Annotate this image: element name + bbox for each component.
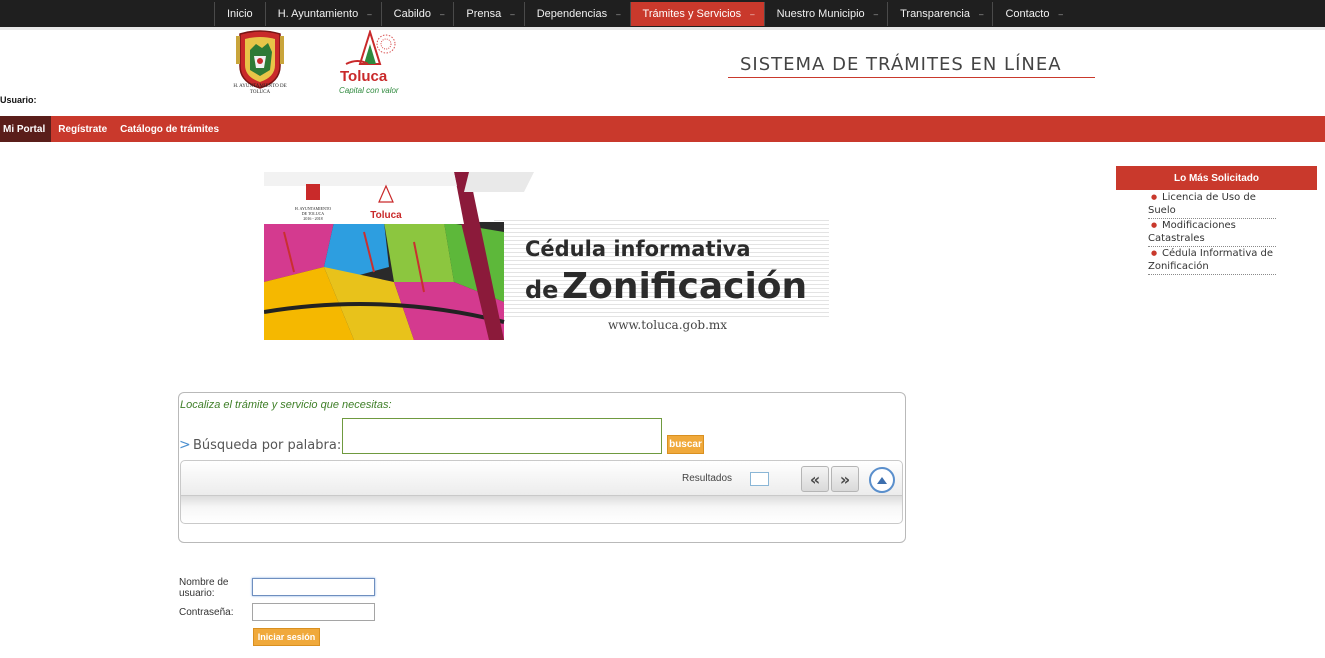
dropdown-indicator-icon: – bbox=[1058, 9, 1063, 19]
nav-item-cabildo[interactable]: Cabildo – bbox=[380, 2, 454, 26]
system-title: SISTEMA DE TRÁMITES EN LÍNEA bbox=[740, 54, 1062, 75]
nav-item-transparencia[interactable]: Transparencia – bbox=[887, 2, 992, 26]
nav-item-dependencias[interactable]: Dependencias – bbox=[523, 2, 630, 26]
username-label: Nombre de usuario: bbox=[179, 577, 229, 599]
dropdown-indicator-icon: – bbox=[873, 9, 879, 19]
double-chevron-right-icon: » bbox=[839, 469, 851, 489]
banner-line2-main: Zonificación bbox=[562, 266, 807, 307]
most-requested-item[interactable]: ● Licencia de Uso de Suelo bbox=[1148, 191, 1276, 219]
dropdown-indicator-icon: – bbox=[979, 9, 984, 19]
banner-line1: Cédula informativa bbox=[525, 237, 751, 261]
crest-caption: H. AYUNTAMIENTO DE TOLUCA bbox=[233, 84, 287, 95]
svg-text:Toluca: Toluca bbox=[370, 210, 402, 221]
results-toolbar: Resultados « » bbox=[180, 460, 903, 496]
pin-icon: ● bbox=[1151, 193, 1158, 201]
previous-page-button[interactable]: « bbox=[801, 466, 829, 492]
dropdown-indicator-icon: – bbox=[750, 9, 755, 19]
menu-item-registrate[interactable]: Regístrate bbox=[51, 116, 113, 142]
search-hint: Localiza el trámite y servicio que neces… bbox=[180, 399, 392, 411]
arrow-up-icon bbox=[877, 476, 887, 484]
most-requested-list: ● Licencia de Uso de Suelo ● Modificacione… bbox=[1148, 191, 1276, 275]
nav-item-inicio[interactable]: Inicio bbox=[214, 2, 265, 26]
title-underline bbox=[728, 77, 1095, 78]
most-requested-item[interactable]: ● Cédula Informativa de Zonificación bbox=[1148, 247, 1276, 275]
results-label: Resultados bbox=[682, 473, 733, 484]
portal-menu: Mi Portal Regístrate Catálogo de trámite… bbox=[0, 116, 1325, 142]
dropdown-indicator-icon: – bbox=[439, 9, 445, 19]
ayuntamiento-crest-logo bbox=[236, 30, 284, 89]
username-input[interactable] bbox=[252, 578, 375, 596]
dropdown-indicator-icon: – bbox=[616, 9, 621, 19]
dropdown-indicator-icon: – bbox=[510, 9, 515, 19]
menu-item-catalogo[interactable]: Catálogo de trámites bbox=[113, 116, 225, 142]
banner-line2-prefix: de bbox=[525, 276, 558, 304]
nav-item-municipio[interactable]: Nuestro Municipio – bbox=[763, 2, 888, 26]
collapse-up-button[interactable] bbox=[869, 467, 895, 493]
toluca-wordmark: Toluca bbox=[340, 68, 388, 85]
next-page-button[interactable]: » bbox=[831, 466, 859, 492]
most-requested-item[interactable]: ● Modificaciones Catastrales bbox=[1148, 219, 1276, 247]
password-input[interactable] bbox=[252, 603, 375, 621]
most-requested-title: Lo Más Solicitado bbox=[1116, 166, 1317, 190]
dropdown-indicator-icon: – bbox=[367, 9, 372, 19]
toluca-slogan: Capital con valor bbox=[339, 86, 399, 94]
top-navigation: Inicio H. Ayuntamiento – Cabildo – Prensa –… bbox=[0, 0, 1325, 27]
top-nav-items: Inicio H. Ayuntamiento – Cabildo – Prensa –… bbox=[214, 2, 1072, 26]
menu-item-mi-portal[interactable]: Mi Portal bbox=[0, 116, 52, 142]
double-chevron-left-icon: « bbox=[809, 469, 821, 489]
pin-icon: ● bbox=[1151, 221, 1158, 229]
nav-item-contacto[interactable]: Contacto – bbox=[992, 2, 1071, 26]
results-count bbox=[750, 472, 769, 486]
nav-item-prensa[interactable]: Prensa – bbox=[453, 2, 523, 26]
svg-text:2016 - 2018: 2016 - 2018 bbox=[303, 216, 322, 221]
results-area bbox=[180, 495, 903, 524]
password-label: Contraseña: bbox=[179, 607, 234, 618]
login-button[interactable]: Iniciar sesión bbox=[253, 628, 320, 646]
arrow-right-icon: > bbox=[179, 437, 191, 453]
zonificacion-banner: H. AYUNTAMIENTO DE TOLUCA 2016 - 2018 To… bbox=[264, 172, 829, 340]
search-input[interactable] bbox=[342, 418, 662, 454]
search-panel: Localiza el trámite y servicio que neces… bbox=[178, 392, 906, 543]
nav-item-tramites[interactable]: Trámites y Servicios – bbox=[629, 2, 764, 26]
search-button[interactable]: buscar bbox=[667, 435, 704, 454]
pin-icon: ● bbox=[1151, 249, 1158, 257]
header-divider bbox=[0, 27, 1325, 30]
nav-item-ayuntamiento[interactable]: H. Ayuntamiento – bbox=[264, 2, 381, 26]
banner-url: www.toluca.gob.mx bbox=[608, 318, 727, 332]
search-label: Búsqueda por palabra: bbox=[193, 438, 342, 453]
user-label: Usuario: bbox=[0, 95, 37, 105]
